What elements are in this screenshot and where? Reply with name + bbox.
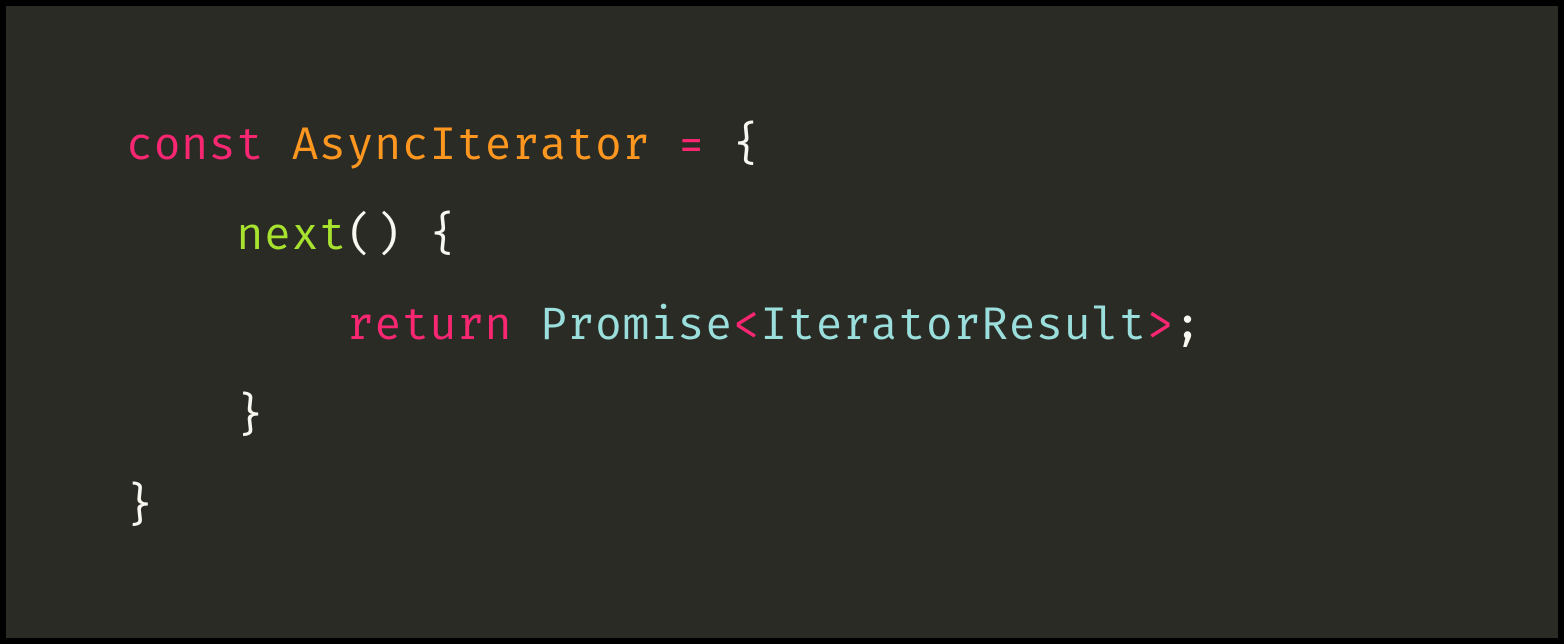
semicolon: ; bbox=[1174, 298, 1202, 353]
space bbox=[705, 118, 733, 173]
class-name: AsyncIterator bbox=[291, 118, 650, 173]
code-line-4: } bbox=[126, 372, 1438, 462]
brace-open: { bbox=[733, 118, 761, 173]
indent bbox=[126, 389, 236, 444]
space bbox=[264, 118, 292, 173]
space bbox=[650, 118, 678, 173]
operator-equals: = bbox=[678, 118, 706, 173]
keyword-const: const bbox=[126, 118, 264, 173]
space bbox=[402, 208, 430, 263]
angle-close: > bbox=[1146, 298, 1174, 353]
method-name: next bbox=[236, 208, 346, 263]
code-line-5: } bbox=[126, 462, 1438, 552]
type-promise: Promise bbox=[540, 298, 733, 353]
code-line-1: const AsyncIterator = { bbox=[126, 101, 1438, 191]
indent bbox=[126, 208, 236, 263]
space bbox=[512, 298, 540, 353]
brace-close: } bbox=[126, 479, 154, 534]
code-block: const AsyncIterator = { next() { return … bbox=[6, 6, 1558, 638]
angle-open: < bbox=[733, 298, 761, 353]
indent bbox=[126, 298, 347, 353]
code-line-2: next() { bbox=[126, 191, 1438, 281]
brace-close: } bbox=[236, 389, 264, 444]
parens: () bbox=[347, 208, 402, 263]
code-line-3: return Promise<IteratorResult>; bbox=[126, 281, 1438, 371]
keyword-return: return bbox=[347, 298, 512, 353]
type-iterator-result: IteratorResult bbox=[760, 298, 1146, 353]
brace-open: { bbox=[429, 208, 457, 263]
